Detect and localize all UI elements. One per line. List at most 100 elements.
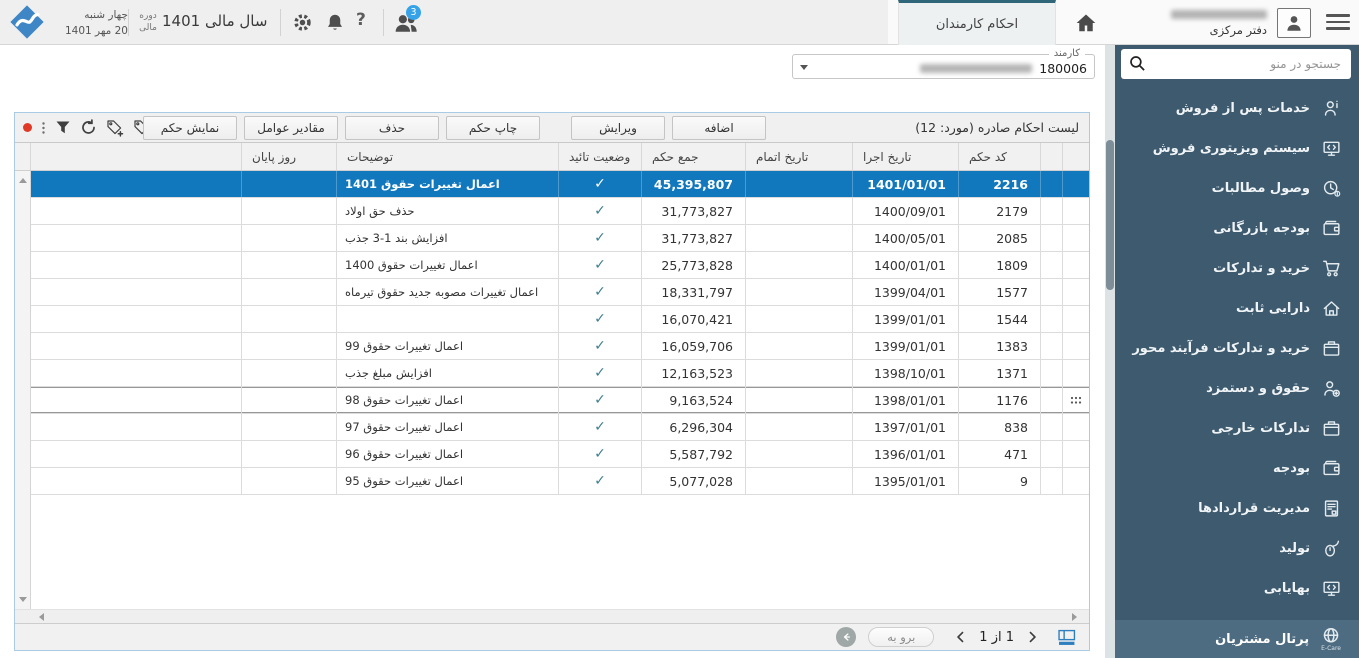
cell-approved: ✓ bbox=[559, 225, 642, 251]
chevron-down-icon[interactable] bbox=[800, 65, 808, 70]
user-name-redacted bbox=[1171, 10, 1267, 19]
cell-end-day bbox=[242, 441, 337, 467]
sidebar-item-after-sales[interactable]: خدمات پس از فروش bbox=[1105, 88, 1359, 128]
table-horizontal-scrollbar[interactable] bbox=[15, 609, 1089, 623]
table-row[interactable]: اعمال تغییرات حقوق 97 ✓ 6,296,304 1397/01/0… bbox=[31, 414, 1089, 441]
prev-page-button[interactable] bbox=[1026, 630, 1039, 644]
date-label: 20 مهر 1401 bbox=[64, 25, 128, 38]
employee-name-redacted bbox=[920, 64, 1033, 73]
scroll-right-icon[interactable] bbox=[1072, 613, 1077, 621]
sidebar-item-label: وصول مطالبات bbox=[1211, 180, 1310, 196]
sidebar-item-production[interactable]: تولید bbox=[1105, 528, 1359, 568]
cell-code: 1383 bbox=[959, 333, 1041, 359]
show-decree-button[interactable]: نمایش حکم bbox=[143, 116, 237, 140]
col-header-exec-date[interactable]: تاریخ اجرا bbox=[853, 143, 959, 170]
gear-icon[interactable] bbox=[292, 12, 313, 33]
table-row[interactable]: حذف حق اولاد ✓ 31,773,827 1400/09/01 2179 bbox=[31, 198, 1089, 225]
sidebar-item-label: سیستم ویزیتوری فروش bbox=[1152, 140, 1310, 156]
scroll-left-icon[interactable] bbox=[39, 613, 44, 621]
sidebar-item-customers-portal[interactable]: E-Care پرتال مشتریان bbox=[1105, 620, 1359, 658]
next-page-button[interactable] bbox=[954, 630, 967, 644]
sidebar-item-budget[interactable]: بودجه bbox=[1105, 448, 1359, 488]
user-avatar[interactable] bbox=[1277, 8, 1311, 38]
scroll-down-icon[interactable] bbox=[19, 597, 27, 602]
cell-approved: ✓ bbox=[559, 414, 642, 440]
table-row[interactable]: اعمال تغییرات حقوق 96 ✓ 5,587,792 1396/01/0… bbox=[31, 441, 1089, 468]
row-drag-handle[interactable] bbox=[1063, 387, 1089, 413]
table-vertical-scrollbar[interactable] bbox=[15, 171, 31, 609]
sidebar-item-procurement[interactable]: خرید و تدارکات bbox=[1105, 248, 1359, 288]
table-row[interactable]: اعمال تغییرات مصوبه جدید حقوق تیرماه ✓ 18,… bbox=[31, 279, 1089, 306]
table-row[interactable]: اعمال تغییرات حقوق 95 ✓ 5,077,028 1395/01/0… bbox=[31, 468, 1089, 495]
cell-end-day bbox=[242, 306, 337, 332]
cell-end-day bbox=[242, 279, 337, 305]
edit-button[interactable]: ویرایش bbox=[571, 116, 665, 140]
table-row[interactable]: اعمال تغییرات حقوق 99 ✓ 16,059,706 1399/01/… bbox=[31, 333, 1089, 360]
col-header-end-day[interactable]: روز پایان bbox=[242, 143, 337, 170]
sidebar-item-commercial-budget[interactable]: بودجه بازرگانی bbox=[1105, 208, 1359, 248]
table-row[interactable]: ✓ 16,070,421 1399/01/01 1544 bbox=[31, 306, 1089, 333]
sidebar-item-foreign-procurement[interactable]: تدارکات خارجی bbox=[1105, 408, 1359, 448]
sidebar-item-payroll[interactable]: حقوق و دستمزد bbox=[1105, 368, 1359, 408]
table-row[interactable]: اعمال تغییرات حقوق 98 ✓ 9,163,524 1398/01/0… bbox=[31, 387, 1089, 414]
sidebar-item-visitor-sales[interactable]: سیستم ویزیتوری فروش bbox=[1105, 128, 1359, 168]
cell-end-date bbox=[746, 171, 853, 197]
cell-exec-date: 1398/10/01 bbox=[853, 360, 959, 386]
table-row[interactable]: اعمال تغییرات حقوق 1401 ✓ 45,395,807 1401/0… bbox=[31, 171, 1089, 198]
decrees-panel: ? نمایش حکممقادیر عواملحذفچاپ حکمویرایشا… bbox=[14, 112, 1090, 651]
pagination-bar: برو به 1 از 1 bbox=[15, 623, 1089, 650]
delete-button[interactable]: حذف bbox=[345, 116, 439, 140]
col-header-end-date[interactable]: تاریخ اتمام bbox=[746, 143, 853, 170]
search-input[interactable] bbox=[1121, 49, 1351, 79]
tag-add-icon[interactable] bbox=[106, 119, 124, 137]
col-header-desc[interactable]: توضیحات bbox=[337, 143, 559, 170]
sidebar-item-label: تولید bbox=[1279, 540, 1310, 556]
notification-badge: 3 bbox=[406, 5, 421, 20]
sidebar-item-process-procurement[interactable]: خرید و تدارکات فرآیند محور bbox=[1105, 328, 1359, 368]
print-decree-button[interactable]: چاپ حکم bbox=[446, 116, 540, 140]
sidebar-item-label: حقوق و دستمزد bbox=[1206, 380, 1310, 396]
filter-icon[interactable] bbox=[55, 120, 71, 135]
bell-icon[interactable] bbox=[325, 12, 345, 33]
help-icon[interactable]: ? bbox=[356, 10, 366, 30]
record-indicator-icon bbox=[23, 123, 32, 132]
cell-end-day bbox=[242, 171, 337, 197]
add-button[interactable]: اضافه bbox=[672, 116, 766, 140]
employee-combobox[interactable]: کارمند 180006 bbox=[792, 48, 1095, 79]
refresh-icon[interactable] bbox=[80, 119, 97, 136]
home-icon[interactable] bbox=[1066, 7, 1106, 39]
monitor-icon bbox=[1322, 139, 1341, 158]
table-row[interactable]: افزایش مبلغ جذب ✓ 12,163,523 1398/10/01 1371 bbox=[31, 360, 1089, 387]
page-scrollbar-thumb[interactable] bbox=[1106, 140, 1114, 290]
panel-title: لیست احکام صادره (مورد: 12) bbox=[915, 120, 1079, 135]
app-logo-icon bbox=[8, 3, 46, 41]
clock-icon bbox=[1322, 179, 1341, 198]
menu-icon[interactable] bbox=[1326, 14, 1350, 34]
cell-end-date bbox=[746, 225, 853, 251]
col-header-approved[interactable]: وضعیت تائید bbox=[559, 143, 642, 170]
goto-page-input[interactable]: برو به bbox=[868, 627, 935, 647]
scroll-up-icon[interactable] bbox=[19, 178, 27, 183]
sidebar-item-fixed-assets[interactable]: دارایی ثابت bbox=[1105, 288, 1359, 328]
fiscal-period-label: دوره مالی bbox=[139, 11, 157, 34]
reading-pane-icon[interactable] bbox=[1057, 629, 1077, 646]
sidebar-item-label: بهایابی bbox=[1263, 580, 1310, 596]
table-row[interactable]: اعمال تغییرات حقوق 1400 ✓ 25,773,828 1400/0… bbox=[31, 252, 1089, 279]
cell-desc: اعمال تغییرات حقوق 99 bbox=[337, 333, 559, 359]
col-header-code[interactable]: کد حکم bbox=[959, 143, 1041, 170]
factor-values-button[interactable]: مقادیر عوامل bbox=[244, 116, 338, 140]
cell-end-date bbox=[746, 198, 853, 224]
sidebar-item-costing[interactable]: بهایابی bbox=[1105, 568, 1359, 608]
cell-exec-date: 1400/01/01 bbox=[853, 252, 959, 278]
col-header-total[interactable]: جمع حکم bbox=[642, 143, 746, 170]
cell-code: 9 bbox=[959, 468, 1041, 494]
sidebar-item-receivables[interactable]: وصول مطالبات bbox=[1105, 168, 1359, 208]
tab-employee-decrees[interactable]: احکام کارمندان bbox=[898, 0, 1056, 45]
table-row[interactable]: افزایش بند 1-3 جذب ✓ 31,773,827 1400/05/01 2… bbox=[31, 225, 1089, 252]
toolbar-buttons: نمایش حکم مقادیر عوامل حذف چاپ حکم ویرایش اضا… bbox=[143, 116, 766, 140]
sidebar-item-contracts[interactable]: مدیریت قراردادها bbox=[1105, 488, 1359, 528]
goto-page-button[interactable] bbox=[836, 627, 857, 647]
fiscal-year-value[interactable]: سال مالی 1401 bbox=[162, 12, 267, 30]
page-scrollbar[interactable] bbox=[1105, 45, 1115, 658]
cell-exec-date: 1399/01/01 bbox=[853, 306, 959, 332]
